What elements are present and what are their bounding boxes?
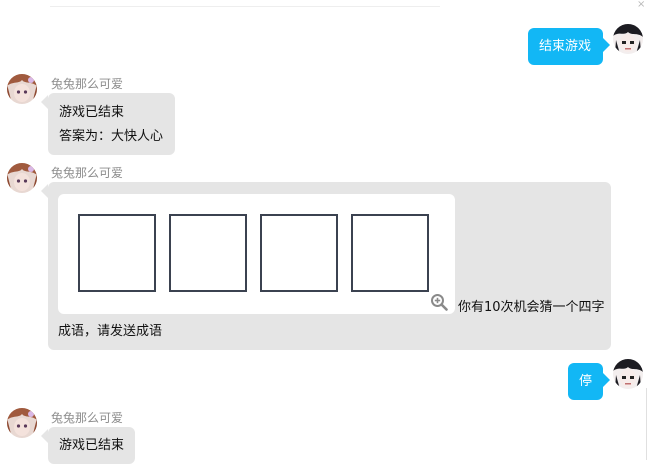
message-line: 游戏已结束 (59, 105, 125, 120)
user-avatar[interactable] (613, 359, 643, 389)
sender-name: 兔兔那么可爱 (51, 166, 124, 180)
bot-avatar-image (7, 74, 37, 104)
bot-avatar[interactable] (7, 163, 37, 193)
sent-message-text: 停 (578, 374, 592, 389)
message-line: 游戏已结束 (59, 438, 125, 453)
bubble-tail (41, 95, 48, 109)
bot-avatar-image (7, 163, 37, 193)
bubble-tail (41, 184, 48, 198)
sent-message-bubble[interactable]: 结束游戏 (528, 28, 603, 65)
zoom-in-icon[interactable] (430, 293, 448, 311)
bot-avatar-image (7, 408, 37, 438)
received-message-bubble[interactable]: 游戏已结束 (48, 427, 135, 464)
sender-name: 兔兔那么可爱 (51, 77, 124, 91)
sent-message-bubble[interactable]: 停 (568, 363, 603, 400)
bubble-tail (603, 38, 610, 52)
bot-avatar[interactable] (7, 408, 37, 438)
chat-window: × 结束游戏 兔兔那么可爱 游戏已结束 答案为：大快人心 兔兔那么可爱 你有10… (0, 0, 647, 471)
user-avatar-image (613, 24, 643, 54)
user-avatar-image (613, 359, 643, 389)
idiom-puzzle-image[interactable] (58, 194, 455, 314)
message-line: 你有10次机会猜一个四字 (458, 300, 605, 315)
bot-avatar[interactable] (7, 74, 37, 104)
puzzle-cell (169, 214, 247, 292)
puzzle-cell (351, 214, 429, 292)
message-line: 成语，请发送成语 (58, 324, 163, 339)
sender-name: 兔兔那么可爱 (51, 411, 124, 425)
puzzle-cell (78, 214, 156, 292)
puzzle-cell (260, 214, 338, 292)
bubble-tail (41, 429, 48, 443)
received-message-bubble[interactable]: 游戏已结束 答案为：大快人心 (48, 93, 175, 155)
received-message-bubble[interactable]: 你有10次机会猜一个四字 成语，请发送成语 (48, 182, 611, 350)
previous-message-edge (50, 0, 440, 7)
scroll-indicator: × (637, 0, 646, 10)
bubble-tail (603, 373, 610, 387)
sent-message-text: 结束游戏 (539, 39, 592, 54)
message-line: 答案为：大快人心 (59, 129, 164, 144)
user-avatar[interactable] (613, 24, 643, 54)
